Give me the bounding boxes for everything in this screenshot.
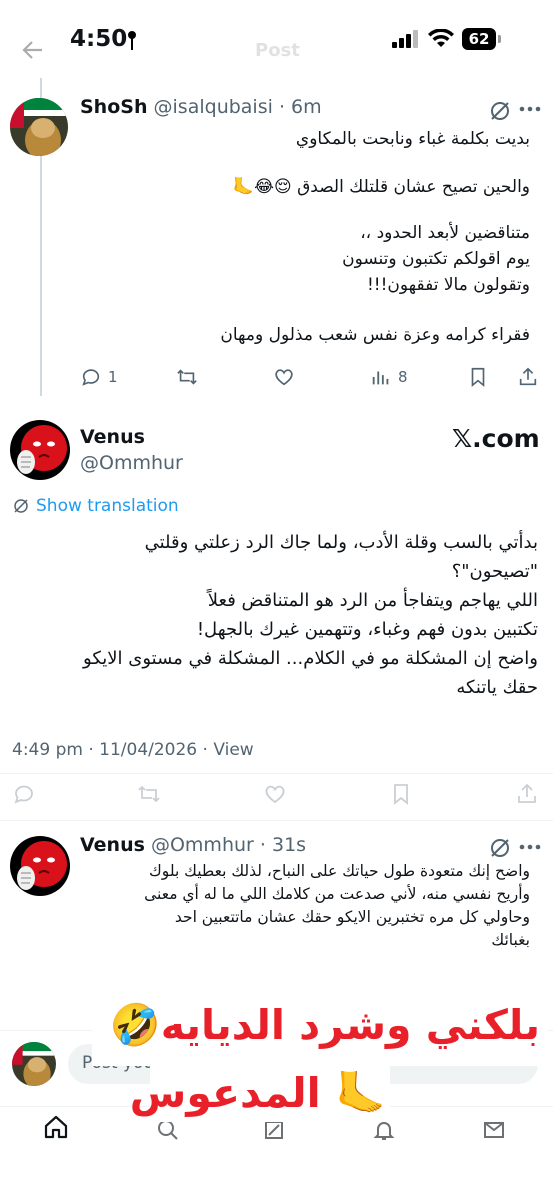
avatar[interactable] [10,420,70,480]
repost-button[interactable] [137,782,161,806]
repost-icon [138,785,160,803]
wifi-icon [428,29,454,49]
grok-icon [14,499,28,513]
avatar[interactable] [10,836,70,896]
bookmark-button[interactable] [467,366,489,388]
show-translation-button[interactable]: Show translation [12,496,179,516]
battery-tip [498,35,501,43]
views-count: 8 [398,368,408,386]
reply-icon [14,785,33,804]
divider [0,773,553,774]
overlay-caption-line: 🦶 المدعوس [129,1069,386,1117]
avatar[interactable] [12,1042,56,1086]
tweet-body: بديت بكلمة غباء ونابحت بالمكاوي والحين ت… [80,124,530,350]
avatar[interactable] [10,98,68,156]
share-button[interactable] [515,782,539,806]
tweet-text-line: واضح إنك متعودة طول حياتك على النباح، لذ… [149,862,530,880]
heart-icon [265,785,285,804]
display-name[interactable]: Venus [80,834,145,856]
timestamp[interactable]: 6m [291,96,322,118]
status-time: 4:50 [70,26,128,52]
repost-icon [177,369,197,385]
reply-button[interactable] [12,782,36,806]
like-button[interactable] [273,366,295,388]
back-arrow-icon[interactable] [22,40,44,60]
tweet-metadata[interactable]: 4:49 pm · 11/04/2026 · View [12,740,254,760]
tweet-text-line: اللي يهاجم ويتفاجأ من الرد هو المتناقض ف… [207,590,538,611]
signal-icon [392,30,420,48]
tweet-text-line: بديت بكلمة غباء ونابحت بالمكاوي [295,129,530,149]
tweet-text-line: متناقضين لأبعد الحدود ،، [360,223,530,243]
tweet-text-line: بغبائك [491,931,530,949]
tweet-text-line: تكتبين بدون فهم وغباء، وتتهمين غيرك بالج… [196,619,538,640]
tweet-body: واضح إنك متعودة طول حياتك على النباح، لذ… [80,860,530,952]
handle[interactable]: @Ommhur [80,452,183,474]
divider [0,820,553,821]
ghost-header-title: Post [255,40,300,61]
bookmark-icon [471,367,485,388]
source-watermark: 𝕏.com [452,424,540,453]
home-icon[interactable] [43,1114,69,1140]
share-icon [519,367,537,386]
tweet-text-line: وأريح نفسي منه، لأني صدعت من كلامك اللي … [144,885,530,903]
more-options-icon[interactable] [519,106,541,112]
overlay-caption-line: بلكني وشرد الديايه🤣 [109,1001,540,1049]
heart-icon [275,369,293,386]
reply-icon [82,369,100,386]
tweet-text-line: فقراء كرامه وعزة نفس شعب مذلول ومهان [220,325,530,345]
battery-icon: 62 [462,28,496,50]
views-button[interactable]: 8 [370,366,408,388]
tweet-text-line: وحاولي كل مره تختبرين الايكو حقك عشان ما… [174,908,530,926]
tweet-text-line: يوم اقولكم تكتبون وتنسون [342,249,530,269]
repost-button[interactable] [176,366,198,388]
share-icon [518,783,536,803]
tweet-text-line: بدأتي بالسب وقلة الأدب، ولما جاك الرد زع… [144,532,538,553]
handle[interactable]: @Ommhur [151,834,254,856]
tweet-text-line: حقك ياتنكه [456,677,538,698]
reply-count: 1 [108,368,118,386]
views-icon [372,371,389,385]
timestamp[interactable]: 31s [272,834,306,856]
handle[interactable]: @isalqubaisi [154,96,273,118]
grok-icon[interactable] [488,836,512,860]
show-translation-label: Show translation [36,496,179,516]
tweet-body: بدأتي بالسب وقلة الأدب، ولما جاك الرد زع… [12,528,538,702]
bookmark-button[interactable] [389,782,413,806]
display-name[interactable]: Venus [80,426,145,448]
dot-separator: · [278,96,285,118]
reply-button[interactable]: 1 [80,366,118,388]
share-button[interactable] [517,366,539,388]
dot-separator: · [259,834,266,856]
more-options-icon[interactable] [519,844,541,850]
bookmark-icon [394,784,408,805]
like-button[interactable] [263,782,287,806]
grok-icon[interactable] [488,99,512,123]
tweet-text-line: "تصيحون"؟ [451,561,538,582]
tweet-text-line: واضح إن المشكلة مو في الكلام... المشكلة … [83,648,538,669]
location-icon [126,30,138,52]
messages-icon[interactable] [482,1118,506,1142]
battery-level: 62 [468,30,490,48]
display-name[interactable]: ShoSh [80,96,147,118]
tweet-text-line: والحين تصيح عشان قلتلك الصدق 😌😂🦶 [232,177,530,197]
tweet-text-line: وتقولون مالا تفقهون!!! [366,275,530,295]
